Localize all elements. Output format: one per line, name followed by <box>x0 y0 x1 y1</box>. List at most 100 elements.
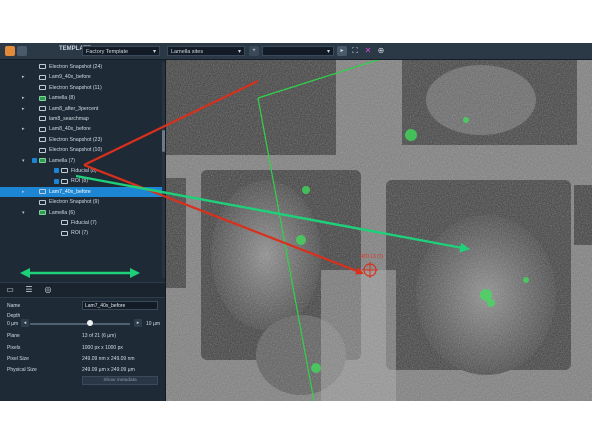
lamella-icon <box>39 157 46 163</box>
left-panel: Electron Snapshot (24) ▸ Lam9_40x_before El… <box>0 60 166 401</box>
depth-label: Depth <box>7 313 21 319</box>
image-icon <box>39 105 46 111</box>
depth-slider[interactable] <box>30 322 130 325</box>
tree-item[interactable]: ▾ Lamella (7) <box>0 156 163 166</box>
plane-value: 13 of 21 (6 µm) <box>82 333 117 339</box>
chevron-down-icon[interactable]: ▾ <box>22 208 25 218</box>
tree-item-label: Electron Snapshot (9) <box>49 199 100 206</box>
physical-size-value: 249.09 µm x 249.09 µm <box>82 367 135 373</box>
tree-item-label: Lam8_40x_before <box>49 126 91 133</box>
tree-scrollbar[interactable] <box>162 62 165 278</box>
chevron-right-icon[interactable]: ▸ <box>22 187 25 197</box>
pixel-size-label: Pixel Size <box>7 356 29 362</box>
image-icon <box>39 137 46 143</box>
image-viewer[interactable]: ROI 13 (7) <box>166 60 592 401</box>
pixel-size-value: 249.09 nm x 249.09 nm <box>82 356 135 362</box>
tree-item[interactable]: Electron Snapshot (10) <box>0 145 163 155</box>
crosshair-color-icon[interactable]: ✕ <box>363 46 373 56</box>
depth-decrease-button[interactable]: ◂ <box>21 319 29 327</box>
chevron-down-icon: ▾ <box>237 49 241 55</box>
layer-select-value: Lamella sites <box>171 49 204 55</box>
template-select-value: Factory Template <box>86 49 129 55</box>
monitor-icon[interactable]: ▭ <box>5 285 15 295</box>
panel-toggle-icon[interactable] <box>17 46 27 56</box>
micrograph-image <box>166 60 592 401</box>
tree-item[interactable]: ▸ Lam9_40x_before <box>0 72 163 82</box>
panel-tabs: ▭ ☰ ◎ <box>0 282 165 298</box>
tree-item-label: ROI (7) <box>71 230 89 237</box>
visibility-checkbox[interactable] <box>54 178 59 184</box>
tree-item-label: ROI (8) <box>71 178 89 185</box>
tree-item-label: Electron Snapshot (11) <box>49 84 102 91</box>
tree-item[interactable]: Electron Snapshot (9) <box>0 197 163 207</box>
tree-item[interactable]: Electron Snapshot (24) <box>0 62 163 72</box>
image-icon <box>61 230 68 236</box>
template-select[interactable]: Factory Template ▾ <box>82 46 160 56</box>
roi-label: ROI 13 (7) <box>360 254 384 260</box>
play-button[interactable]: ▸ <box>337 46 347 56</box>
tree-item-label: Lamella (8) <box>49 95 75 102</box>
tree-scrollbar-thumb[interactable] <box>162 130 165 152</box>
tree-item[interactable]: Electron Snapshot (23) <box>0 135 163 145</box>
chevron-right-icon[interactable]: ▸ <box>22 93 25 103</box>
compass-icon[interactable]: ◎ <box>43 285 53 295</box>
tree-item[interactable]: ▸ Lamella (8) <box>0 93 163 103</box>
app-logo-icon[interactable] <box>5 46 15 56</box>
tree-item[interactable]: ▸ Lam8_after_3percent <box>0 104 163 114</box>
lamella-icon <box>39 209 46 215</box>
chevron-right-icon[interactable]: ▸ <box>22 72 25 82</box>
chevron-right-icon[interactable]: ▸ <box>22 104 25 114</box>
tree-item[interactable]: ROI (7) <box>0 228 163 238</box>
tree-item[interactable]: ▸ Lam8_40x_before <box>0 124 163 134</box>
properties-panel: Name Lam7_40x_before Depth 0 µm ◂ ▸ 10 µ… <box>0 297 165 401</box>
chevron-down-icon[interactable]: ▾ <box>22 156 25 166</box>
image-icon <box>39 199 46 205</box>
name-label: Name <box>7 303 21 309</box>
tree-item[interactable]: Fiducial (7) <box>0 218 163 228</box>
show-metadata-button[interactable]: Show metadata <box>82 376 158 385</box>
tree-item-label: Lamella (6) <box>49 209 75 216</box>
layer-select[interactable]: Lamella sites ▾ <box>167 46 245 56</box>
tree-item[interactable]: Fiducial (8) <box>0 166 163 176</box>
name-field[interactable]: Lam7_40x_before <box>82 301 158 310</box>
fit-view-icon[interactable]: ⛶ <box>350 46 360 56</box>
visibility-checkbox[interactable] <box>32 157 37 163</box>
tree-item[interactable]: Electron Snapshot (11) <box>0 83 163 93</box>
add-button[interactable]: + <box>249 46 259 56</box>
depth-slider-thumb[interactable] <box>87 320 93 326</box>
tree-item[interactable]: ROI (8) <box>0 176 163 186</box>
tree-item[interactable]: lam8_searchmap <box>0 114 163 124</box>
tree-item-label: Lam8_after_3percent <box>49 105 99 112</box>
project-tree: Electron Snapshot (24) ▸ Lam9_40x_before El… <box>0 60 165 282</box>
image-icon <box>39 116 46 122</box>
pixels-label: Pixels <box>7 345 21 351</box>
tree-item[interactable]: ▸ Lam7_40x_before <box>0 186 163 198</box>
visibility-checkbox[interactable] <box>32 189 37 195</box>
chevron-right-icon[interactable]: ▸ <box>22 124 25 134</box>
lamella-icon <box>39 95 46 101</box>
image-icon <box>61 168 68 174</box>
image-icon <box>39 189 46 195</box>
image-icon <box>61 178 68 184</box>
tree-item-label: Lamella (7) <box>49 157 75 164</box>
tree-item-label: Fiducial (7) <box>71 220 97 226</box>
sliders-icon[interactable]: ☰ <box>24 285 34 295</box>
depth-max-label: 10 µm <box>146 321 160 327</box>
visibility-checkbox[interactable] <box>54 168 59 174</box>
depth-increase-button[interactable]: ▸ <box>134 319 142 327</box>
pixels-value: 1000 px x 1000 px <box>82 345 123 351</box>
tree-item-label: Lam9_40x_before <box>49 74 91 81</box>
image-icon <box>39 74 46 80</box>
physical-size-label: Physical Size <box>7 367 37 373</box>
tree-item-label: Electron Snapshot (23) <box>49 136 103 143</box>
tree-item-label: lam8_searchmap <box>49 116 89 122</box>
image-icon <box>39 85 46 91</box>
top-toolbar: TEMPLATE Factory Template ▾ Lamella site… <box>0 43 592 60</box>
tree-item-label: Electron Snapshot (24) <box>49 64 103 70</box>
image-icon <box>39 126 46 132</box>
plane-label: Plane <box>7 333 20 339</box>
tree-item[interactable]: ▾ Lamella (6) <box>0 208 163 218</box>
image-icon <box>61 220 68 226</box>
target-icon[interactable]: ⊕ <box>376 46 386 56</box>
secondary-select[interactable]: ▾ <box>262 46 334 56</box>
